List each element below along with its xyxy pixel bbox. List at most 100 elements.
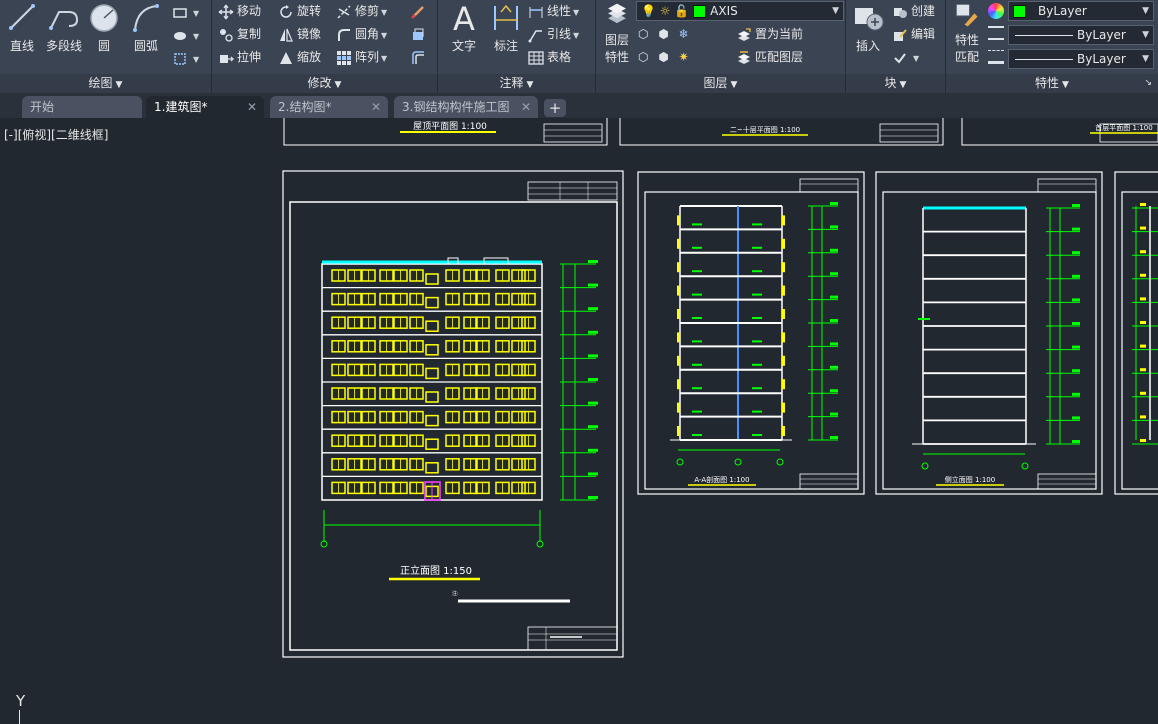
trim-tool-button[interactable]: 修剪 ▼ — [336, 0, 387, 22]
linear-dimension-icon — [529, 6, 543, 18]
match-layer-button[interactable]: 匹配图层 — [736, 46, 803, 68]
annotation-panel-title[interactable]: 注释 ▼ — [438, 74, 595, 93]
annotation-panel: A 文字 标注 线性 ▼ 引线 ▼ 表格 注释 ▼ — [438, 0, 596, 93]
color-wheel-icon[interactable] — [988, 3, 1004, 19]
close-icon[interactable]: ✕ — [371, 96, 381, 118]
erase-tool-button[interactable] — [410, 0, 429, 22]
leader-tool-button[interactable]: 引线 ▼ — [528, 23, 579, 45]
roof-plan-title: 屋顶平面图 1:100 — [413, 121, 487, 132]
new-tab-button[interactable]: + — [544, 99, 566, 117]
explode-tool-button[interactable] — [410, 23, 429, 45]
rotate-tool-button[interactable]: 旋转 — [278, 0, 321, 22]
line-tool-button[interactable]: 直线 — [2, 2, 42, 72]
tab-architecture[interactable]: 1.建筑图* ✕ — [146, 96, 264, 118]
block-panel: 插入 创建 编辑 ▼ 块 ▼ — [846, 0, 946, 93]
create-block-button[interactable]: 创建 — [892, 0, 935, 22]
line-icon — [9, 4, 35, 30]
trim-icon — [337, 4, 351, 19]
hatch-icon — [174, 31, 186, 40]
close-icon[interactable]: ✕ — [247, 96, 257, 118]
layer-thaw-icon[interactable]: ✷ — [679, 50, 689, 64]
layers-panel-title[interactable]: 图层 ▼ — [596, 74, 845, 93]
set-current-layer-button[interactable]: 置为当前 — [736, 23, 803, 45]
match-properties-button[interactable]: 特性 匹配 — [948, 2, 986, 72]
modify-panel: 移动 旋转 修剪 ▼ 复制 镜像 圆角 ▼ 拉伸 缩放 阵列 ▼ 修改 ▼ — [212, 0, 438, 93]
boundary-tool-button[interactable]: ▼ — [172, 47, 199, 69]
bylayer-color-swatch — [1013, 5, 1026, 18]
close-icon[interactable]: ✕ — [521, 96, 531, 118]
table-icon — [528, 50, 544, 65]
rectangle-tool-button[interactable]: ▼ — [172, 1, 199, 23]
mirror-tool-button[interactable]: 镜像 — [278, 23, 321, 45]
move-icon — [218, 4, 234, 19]
tab-start[interactable]: 开始 — [22, 96, 142, 118]
set-current-icon — [738, 27, 751, 41]
current-layer-dropdown[interactable]: 💡 ☼ 🔓 AXIS ▼ — [636, 1, 844, 21]
ground-plan-title: 首层平面图 1:100 — [1095, 123, 1152, 132]
lightbulb-icon: 💡 — [641, 4, 656, 18]
layer-isolate-icon[interactable]: ⬢ — [658, 27, 668, 41]
block-attribute-button[interactable]: ▼ — [892, 46, 919, 68]
properties-panel: 特性 匹配 ByLayer ▼ ByLayer ▼ ByLayer ▼ 特性 ▼ ↘ — [946, 0, 1158, 93]
title-block-top — [527, 181, 618, 201]
layer-merge-icon[interactable]: ⬢ — [658, 50, 668, 64]
autocad-window: 直线 多段线 圆 圆弧 ▼ ▼ ▼ 绘图 ▼ 移动 旋转 修剪 ▼ 复制 镜像 … — [0, 0, 1158, 724]
insert-block-button[interactable]: 插入 — [848, 2, 888, 72]
sun-icon: ☼ — [659, 4, 671, 18]
title-block-bottom — [527, 626, 618, 651]
layer-tools-row-1: ⬡ ⬢ ❄ — [638, 23, 689, 45]
stretch-tool-button[interactable]: 拉伸 — [218, 46, 261, 68]
layer-walk-icon[interactable]: ⬡ — [638, 50, 648, 64]
ucs-y-axis — [19, 710, 20, 724]
polyline-tool-button[interactable]: 多段线 — [42, 2, 86, 72]
arc-tool-button[interactable]: 圆弧 — [126, 2, 166, 72]
dimension-tool-button[interactable]: 标注 — [486, 2, 526, 72]
tab-steel-components[interactable]: 3.钢结构构件施工图 ✕ — [394, 96, 538, 118]
fillet-tool-button[interactable]: 圆角 ▼ — [336, 23, 387, 45]
move-tool-button[interactable]: 移动 — [218, 0, 261, 22]
rectangle-icon — [173, 7, 187, 18]
tab-structure[interactable]: 2.结构图* ✕ — [270, 96, 388, 118]
properties-panel-title[interactable]: 特性 ▼ ↘ — [946, 74, 1158, 93]
layer-color-swatch — [693, 5, 707, 18]
explode-icon — [413, 28, 424, 40]
boundary-icon — [174, 52, 186, 65]
chevron-down-icon: ▼ — [1142, 54, 1149, 64]
leader-icon — [528, 29, 542, 42]
side-elevation-sheet: 侧立面图 1:100 — [875, 171, 1103, 495]
top-sheet-roof-plan: 屋顶平面图 1:100 — [283, 118, 608, 146]
copy-tool-button[interactable]: 复制 — [218, 23, 261, 45]
front-elevation-building — [320, 257, 598, 548]
ucs-y-label: Y — [16, 692, 26, 710]
draw-panel-title[interactable]: 绘图 ▼ — [0, 74, 211, 93]
circle-tool-button[interactable]: 圆 — [84, 2, 124, 72]
table-tool-button[interactable]: 表格 — [528, 46, 571, 68]
linear-dimension-button[interactable]: 线性 ▼ — [528, 0, 579, 22]
layer-properties-button[interactable]: 图层 特性 — [598, 2, 636, 72]
side-elevation-title: 侧立面图 1:100 — [945, 475, 995, 484]
text-tool-button[interactable]: A 文字 — [444, 2, 484, 72]
block-panel-title[interactable]: 块 ▼ — [846, 74, 945, 93]
drawing-viewport[interactable]: 屋顶平面图 1:100 二~十层平面图 1:100 首层平面图 1:100 正立… — [0, 118, 1158, 724]
edit-block-button[interactable]: 编辑 — [892, 23, 935, 45]
array-tool-button[interactable]: 阵列 ▼ — [336, 46, 387, 68]
match-layer-icon — [738, 50, 750, 64]
linetype-icon[interactable] — [988, 26, 1004, 40]
modify-panel-title[interactable]: 修改 ▼ — [212, 74, 437, 93]
layer-freeze-icon[interactable]: ❄ — [679, 27, 689, 41]
block-attribute-icon — [894, 52, 906, 64]
lineweight-dropdown[interactable]: ByLayer ▼ — [1008, 49, 1154, 69]
offset-tool-button[interactable] — [410, 46, 429, 68]
hatch-tool-button[interactable]: ▼ — [172, 24, 199, 46]
layer-tools-row-2: ⬡ ⬢ ✷ — [638, 46, 689, 68]
scale-tool-button[interactable]: 缩放 — [278, 46, 321, 68]
lineweight-icon[interactable] — [988, 50, 1004, 64]
color-dropdown[interactable]: ByLayer ▼ — [1008, 1, 1154, 21]
panel-launcher-icon[interactable]: ↘ — [1144, 74, 1152, 93]
erase-icon — [411, 5, 424, 19]
linetype-dropdown[interactable]: ByLayer ▼ — [1008, 25, 1154, 45]
fillet-icon — [338, 28, 350, 41]
front-elevation-title: 正立面图 1:150 — [400, 564, 472, 577]
layer-off-icon[interactable]: ⬡ — [638, 27, 648, 41]
viewport-controls[interactable]: [-][俯视][二维线框] — [4, 126, 108, 143]
